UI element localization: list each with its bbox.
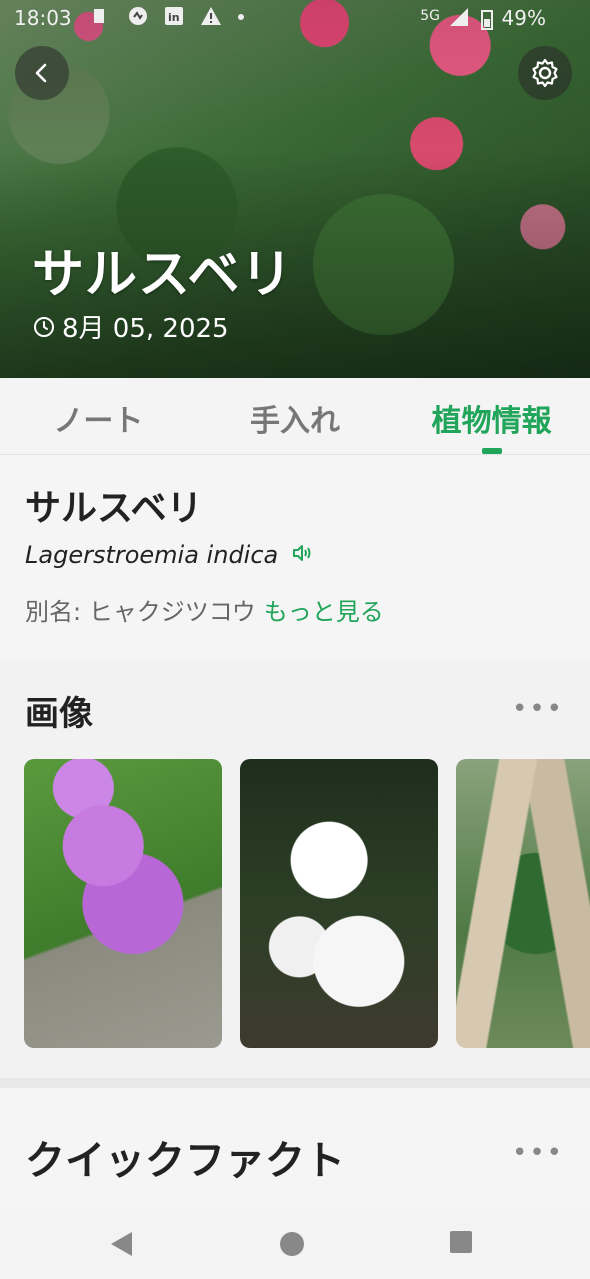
circle-home-icon <box>280 1232 304 1256</box>
gear-icon <box>532 58 558 88</box>
nav-back-button[interactable] <box>108 1230 134 1262</box>
plant-image-1[interactable] <box>24 759 222 1048</box>
more-link[interactable]: もっと見る <box>264 598 384 626</box>
scientific-name-row: Lagerstroemia indica <box>25 541 314 569</box>
nav-home-button[interactable] <box>278 1230 306 1262</box>
triangle-back-icon <box>111 1232 132 1256</box>
speaker-icon <box>293 545 311 561</box>
warning-icon <box>200 6 221 26</box>
date-row: 8月 05, 2025 <box>32 308 229 345</box>
tab-plant-info[interactable]: 植物情報 <box>393 378 590 454</box>
alias-row: 別名: ヒャクジツコウ もっと見る <box>25 592 384 627</box>
images-more-icon[interactable]: ••• <box>512 694 564 724</box>
page-title: サルスベリ <box>32 245 294 305</box>
battery-level: 49% <box>501 6 546 30</box>
notification-icons: in <box>92 6 254 26</box>
square-recents-icon <box>450 1231 472 1253</box>
linkedin-icon: in <box>164 6 183 26</box>
image-gallery <box>24 759 590 1049</box>
date-text: 8月 05, 2025 <box>62 314 229 344</box>
back-button[interactable] <box>15 46 69 100</box>
alias-text: 別名: ヒャクジツコウ <box>25 598 256 626</box>
section-divider <box>0 1078 590 1088</box>
status-time: 18:03 <box>14 6 72 30</box>
nav-recents-button[interactable] <box>449 1230 473 1258</box>
fitness-icon <box>128 6 147 26</box>
scientific-name: Lagerstroemia indica <box>25 541 279 569</box>
tab-bar: ノート 手入れ 植物情報 <box>0 378 590 455</box>
dot-icon <box>236 6 254 26</box>
notification-icon <box>92 6 110 26</box>
clock-icon <box>34 316 54 337</box>
facts-more-icon[interactable]: ••• <box>512 1138 564 1168</box>
battery-icon <box>480 8 494 35</box>
tab-care[interactable]: 手入れ <box>197 378 394 454</box>
signal-icon <box>448 6 470 33</box>
images-section-title: 画像 <box>25 694 93 734</box>
settings-button[interactable] <box>518 46 572 100</box>
plant-image-3[interactable] <box>456 759 590 1048</box>
system-nav-bar <box>0 1208 590 1279</box>
tab-notes[interactable]: ノート <box>0 378 197 454</box>
plant-name: サルスベリ <box>25 488 203 529</box>
svg-text:in: in <box>168 11 180 24</box>
status-bar: 18:03 in 5G 49% <box>0 0 590 36</box>
network-label: 5G <box>420 8 440 24</box>
chevron-left-icon <box>35 63 47 83</box>
plant-image-2[interactable] <box>240 759 438 1048</box>
quick-facts-section: クイックファクト ••• <box>0 1088 590 1208</box>
speaker-button[interactable] <box>292 543 314 567</box>
quick-facts-title: クイックファクト <box>25 1138 345 1184</box>
plant-info-card: サルスベリ Lagerstroemia indica 別名: ヒャクジツコウ もっ… <box>0 455 590 660</box>
